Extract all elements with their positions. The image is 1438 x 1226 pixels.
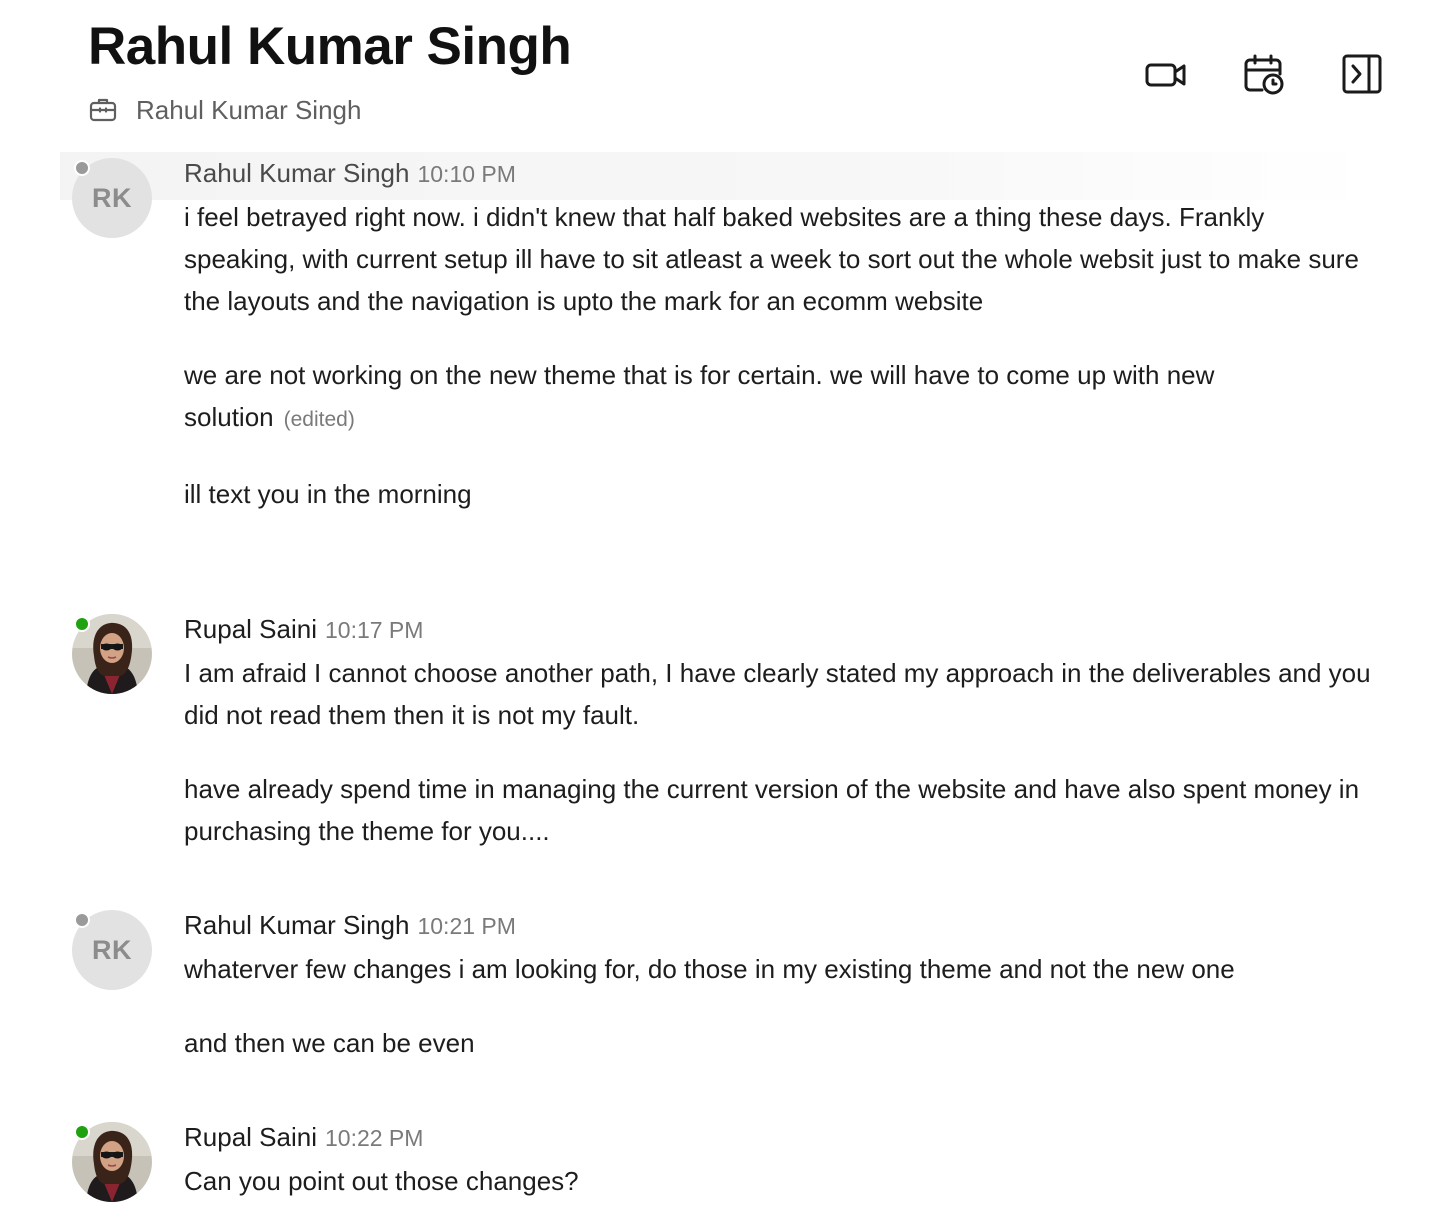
briefcase-icon <box>89 98 117 122</box>
presence-indicator-away <box>74 160 90 176</box>
message-timestamp[interactable]: 10:22 PM <box>325 1125 423 1152</box>
video-call-button[interactable] <box>1140 52 1192 96</box>
message-text: and then we can be even <box>184 1028 475 1058</box>
message-meta: Rahul Kumar Singh 10:21 PM <box>184 910 1374 948</box>
message-meta: Rahul Kumar Singh 10:10 PM <box>184 158 1374 196</box>
presence-indicator-away <box>74 912 90 928</box>
message-timestamp[interactable]: 10:21 PM <box>417 913 515 940</box>
message-text: have already spend time in managing the … <box>184 774 1360 846</box>
message-meta: Rupal Saini 10:17 PM <box>184 614 1374 652</box>
conversation-header: Rahul Kumar Singh Rahul Kumar Singh <box>0 0 1438 150</box>
sender-name[interactable]: Rahul Kumar Singh <box>184 910 409 941</box>
message-text: whaterver few changes i am looking for, … <box>184 954 1235 984</box>
message-text: ill text you in the morning <box>184 479 472 509</box>
avatar-container[interactable] <box>72 614 152 694</box>
message-timestamp[interactable]: 10:17 PM <box>325 617 423 644</box>
sender-name[interactable]: Rupal Saini <box>184 614 317 645</box>
presence-indicator-online <box>74 1124 90 1140</box>
sender-name[interactable]: Rahul Kumar Singh <box>184 158 409 189</box>
schedule-meeting-button[interactable] <box>1238 52 1290 96</box>
message-body: Rahul Kumar Singh 10:21 PM whaterver few… <box>184 910 1374 1064</box>
avatar-container[interactable] <box>72 1122 152 1202</box>
calendar-clock-icon <box>1244 54 1284 95</box>
message-timestamp[interactable]: 10:10 PM <box>417 161 515 188</box>
edited-label: (edited) <box>283 408 355 431</box>
presence-indicator-online <box>74 616 90 632</box>
sender-name[interactable]: Rupal Saini <box>184 1122 317 1153</box>
sidebar-toggle-icon <box>1342 54 1382 94</box>
message-text: Can you point out those changes? <box>184 1166 579 1196</box>
toggle-sidebar-button[interactable] <box>1336 52 1388 96</box>
message-text: I am afraid I cannot choose another path… <box>184 658 1371 730</box>
message-body: Rahul Kumar Singh 10:10 PM i feel betray… <box>184 158 1374 515</box>
message-text: we are not working on the new theme that… <box>184 354 1374 441</box>
message-text: i feel betrayed right now. i didn't knew… <box>184 202 1359 316</box>
avatar-container[interactable]: RK <box>72 158 152 238</box>
message-body: Rupal Saini 10:22 PM Can you point out t… <box>184 1122 1374 1202</box>
page-title: Rahul Kumar Singh <box>88 17 572 76</box>
video-camera-icon <box>1145 63 1186 87</box>
header-actions <box>1140 52 1388 96</box>
avatar-container[interactable]: RK <box>72 910 152 990</box>
message-body: Rupal Saini 10:17 PM I am afraid I canno… <box>184 614 1374 852</box>
contact-name: Rahul Kumar Singh <box>136 94 362 125</box>
message-list[interactable]: RK Rahul Kumar Singh 10:10 PM i feel bet… <box>0 152 1438 1226</box>
message-meta: Rupal Saini 10:22 PM <box>184 1122 1374 1160</box>
contact-subtitle[interactable]: Rahul Kumar Singh <box>88 92 361 128</box>
